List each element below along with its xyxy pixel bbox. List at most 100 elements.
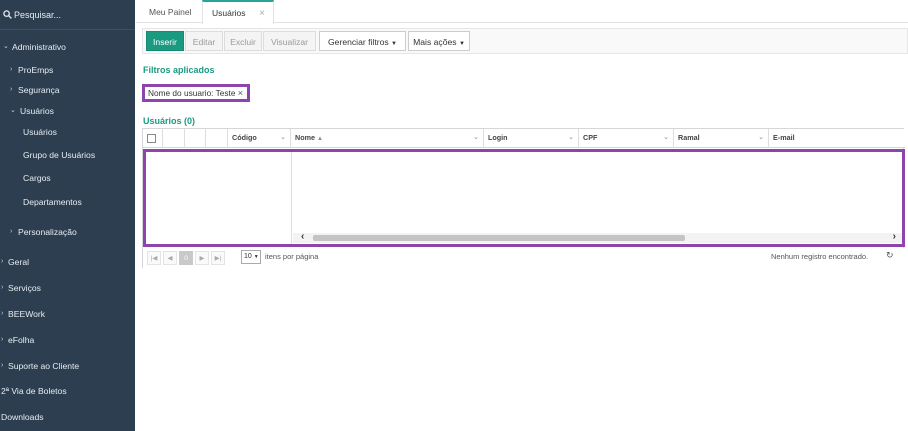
sidebar-item-cargos[interactable]: Cargos xyxy=(0,169,135,187)
chevron-down-icon: ⌄ xyxy=(3,43,9,50)
grid-header-cell xyxy=(205,129,227,148)
sidebar-item-2-via-de-boletos[interactable]: 2ª Via de Boletos xyxy=(0,382,135,400)
first-page-icon[interactable]: |◀ xyxy=(147,251,161,265)
select-all-checkbox[interactable] xyxy=(147,134,156,143)
column-label: Login xyxy=(488,133,508,142)
caret-down-icon: ▼ xyxy=(391,41,397,47)
chevron-left-icon[interactable]: ‹ xyxy=(301,231,304,242)
insert-button[interactable]: Inserir xyxy=(146,31,184,51)
toolbar: Inserir Editar Excluir Visualizar Gerenc… xyxy=(142,28,908,54)
next-page-icon[interactable]: ▶ xyxy=(195,251,209,265)
main-content: Meu Painel Usuários × Inserir Editar Exc… xyxy=(136,0,908,431)
sidebar-item-efolha[interactable]: › eFolha xyxy=(0,331,135,349)
sidebar-item-label: Usuários xyxy=(23,127,57,137)
filter-chip-label: Nome do usuario: Teste xyxy=(148,88,236,98)
chevron-right-icon: › xyxy=(1,284,4,291)
current-page[interactable]: 0 xyxy=(179,251,193,265)
chevron-down-icon[interactable]: ⌄ xyxy=(663,129,669,147)
sidebar-item-usuarios-group[interactable]: ⌄ Usuários xyxy=(0,102,135,120)
more-actions-label: Mais ações xyxy=(413,37,457,47)
column-header-email[interactable]: E-mail xyxy=(768,129,905,148)
sidebar-item-label: Downloads xyxy=(1,412,44,422)
sidebar-item-departamentos[interactable]: Departamentos xyxy=(0,193,135,211)
sidebar-item-servicos[interactable]: › Serviços xyxy=(0,279,135,297)
sidebar-item-label: eFolha xyxy=(8,335,35,345)
items-per-page-label: itens por página xyxy=(265,252,319,261)
tab-label: Usuários xyxy=(212,8,246,18)
close-icon[interactable]: × xyxy=(259,2,265,25)
delete-button[interactable]: Excluir xyxy=(224,31,262,51)
sidebar-item-label: BEEWork xyxy=(8,309,46,319)
chevron-down-icon[interactable]: ⌄ xyxy=(280,129,286,147)
column-header-ramal[interactable]: Ramal ⌄ xyxy=(673,129,768,148)
tab-usuarios[interactable]: Usuários × xyxy=(202,0,274,24)
page-size-value: 10 xyxy=(244,253,252,260)
users-grid: Código ⌄ Nome ▲ ⌄ Login ⌄ CPF ⌄ Ramal ⌄ … xyxy=(142,128,905,268)
column-header-cpf[interactable]: CPF ⌄ xyxy=(578,129,673,148)
sidebar-item-geral[interactable]: › Geral xyxy=(0,253,135,271)
grid-header: Código ⌄ Nome ▲ ⌄ Login ⌄ CPF ⌄ Ramal ⌄ … xyxy=(143,129,905,148)
sidebar-item-label: Suporte ao Cliente xyxy=(8,361,80,371)
sidebar-item-proemps[interactable]: › ProEmps xyxy=(0,61,135,79)
column-label: CPF xyxy=(583,133,598,142)
sidebar-item-label: Administrativo xyxy=(12,42,66,52)
edit-button[interactable]: Editar xyxy=(185,31,223,51)
chevron-right-icon: › xyxy=(1,258,4,265)
chevron-down-icon[interactable]: ⌄ xyxy=(758,129,764,147)
sidebar-item-label: Cargos xyxy=(23,173,51,183)
caret-down-icon: ▼ xyxy=(253,254,259,260)
refresh-icon[interactable]: ↻ xyxy=(886,250,894,261)
scrollbar-thumb[interactable] xyxy=(313,235,685,241)
chevron-right-icon: › xyxy=(10,66,13,73)
caret-down-icon: ▼ xyxy=(458,41,465,47)
users-grid-title: Usuários (0) xyxy=(143,116,196,126)
column-label: Ramal xyxy=(678,133,700,142)
manage-filters-label: Gerenciar filtros xyxy=(328,37,389,47)
sidebar-item-seguranca[interactable]: › Segurança xyxy=(0,81,135,99)
page-size-select[interactable]: 10 ▼ xyxy=(241,250,261,264)
chevron-right-icon: › xyxy=(1,310,4,317)
tab-meu-painel[interactable]: Meu Painel xyxy=(149,0,209,23)
sidebar-item-beework[interactable]: › BEEWork xyxy=(0,305,135,323)
view-button[interactable]: Visualizar xyxy=(263,31,316,51)
more-actions-dropdown[interactable]: Mais ações ▼ xyxy=(408,31,470,51)
sidebar-item-downloads[interactable]: Downloads xyxy=(0,408,135,426)
chevron-right-icon: › xyxy=(1,362,4,369)
applied-filters-title: Filtros aplicados xyxy=(143,65,215,75)
column-header-codigo[interactable]: Código ⌄ xyxy=(227,129,290,148)
sidebar-item-personalizacao[interactable]: › Personalização xyxy=(0,223,135,241)
manage-filters-dropdown[interactable]: Gerenciar filtros ▼ xyxy=(319,31,406,51)
sidebar-search-input[interactable] xyxy=(14,5,132,25)
sidebar-item-usuarios[interactable]: Usuários xyxy=(0,123,135,141)
filter-chip[interactable]: Nome do usuario: Teste × xyxy=(142,84,250,102)
sidebar-item-label: Departamentos xyxy=(23,197,82,207)
chevron-right-icon: › xyxy=(1,336,4,343)
sidebar-item-suporte-ao-cliente[interactable]: › Suporte ao Cliente xyxy=(0,357,135,375)
chevron-right-icon: › xyxy=(10,228,13,235)
chevron-down-icon[interactable]: ⌄ xyxy=(473,129,479,147)
close-icon[interactable]: × xyxy=(238,87,243,99)
column-label: Nome xyxy=(295,133,315,142)
grid-body: ‹ › xyxy=(143,149,905,247)
last-page-icon[interactable]: ▶| xyxy=(211,251,225,265)
chevron-right-icon[interactable]: › xyxy=(893,231,896,242)
horizontal-scrollbar[interactable]: ‹ › xyxy=(293,231,902,243)
chevron-down-icon[interactable]: ⌄ xyxy=(568,129,574,147)
chevron-down-icon: ⌄ xyxy=(10,107,16,114)
tab-bar: Meu Painel Usuários × xyxy=(136,0,908,24)
column-header-login[interactable]: Login ⌄ xyxy=(483,129,578,148)
previous-page-icon[interactable]: ◀ xyxy=(163,251,177,265)
sidebar-item-label: Personalização xyxy=(18,227,77,237)
sort-asc-icon: ▲ xyxy=(316,136,323,142)
sidebar-item-grupo-de-usuarios[interactable]: Grupo de Usuários xyxy=(0,146,135,164)
sidebar-item-label: Geral xyxy=(8,257,30,267)
sidebar-search xyxy=(0,0,135,30)
sidebar-item-label: ProEmps xyxy=(18,65,54,75)
grid-locked-columns xyxy=(146,152,292,244)
sidebar: ⌄ Administrativo › ProEmps › Segurança ⌄… xyxy=(0,0,135,431)
tab-label: Meu Painel xyxy=(149,7,192,17)
chevron-right-icon: › xyxy=(10,86,13,93)
column-header-nome[interactable]: Nome ▲ ⌄ xyxy=(290,129,483,148)
pager: |◀ ◀ 0 ▶ ▶| 10 ▼ itens por página Nenhum… xyxy=(143,248,905,268)
sidebar-item-label: Grupo de Usuários xyxy=(23,150,96,160)
